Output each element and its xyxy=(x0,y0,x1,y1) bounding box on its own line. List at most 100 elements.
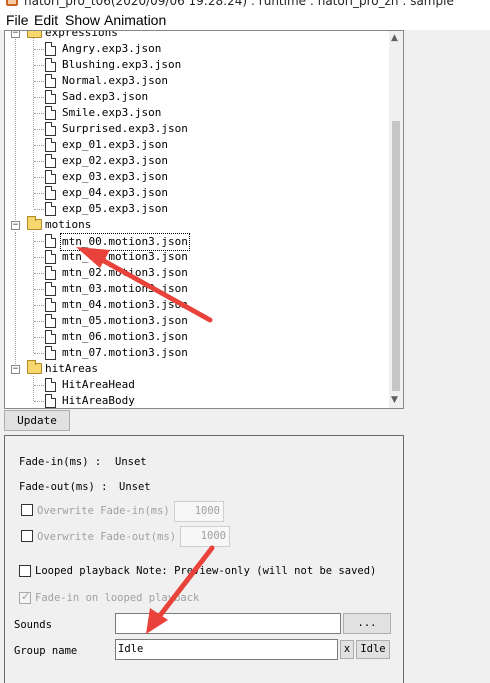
tree-item-label: mtn_07.motion3.json xyxy=(62,346,188,359)
tree-file-item[interactable]: mtn_05.motion3.json xyxy=(5,313,390,329)
tree-guide xyxy=(34,129,44,130)
idle-group-button[interactable]: Idle xyxy=(356,640,390,659)
tree-item-label: mtn_02.motion3.json xyxy=(62,266,188,279)
tree-file-item[interactable]: exp_01.exp3.json xyxy=(5,137,390,153)
tree-file-item[interactable]: mtn_03.motion3.json xyxy=(5,281,390,297)
overwrite-fade-out-checkbox[interactable] xyxy=(21,530,33,542)
menu-edit[interactable]: Edit xyxy=(34,12,58,28)
update-button[interactable]: Update xyxy=(4,410,70,431)
tree-item-label: Surprised.exp3.json xyxy=(62,122,188,135)
scroll-down-icon[interactable]: ▼ xyxy=(391,395,398,405)
fade-in-looped-label: Fade-in on looped playback xyxy=(35,592,200,604)
tree-guide xyxy=(34,257,44,258)
tree-file-item[interactable]: exp_05.exp3.json xyxy=(5,201,390,217)
tree-file-item[interactable]: Sad.exp3.json xyxy=(5,89,390,105)
tree-item-label: exp_04.exp3.json xyxy=(62,186,168,199)
tree-guide xyxy=(34,97,44,98)
menu-bar: File Edit Show Animation xyxy=(0,10,490,30)
tree-folder-expressions[interactable]: − expressions xyxy=(5,30,390,41)
tree-folder-motions[interactable]: − motions xyxy=(5,216,390,233)
tree-item-label: mtn_04.motion3.json xyxy=(62,298,188,311)
menu-file[interactable]: File xyxy=(6,12,29,28)
tree-item-label: HitAreaBody xyxy=(62,394,135,407)
file-icon xyxy=(45,138,56,152)
tree-file-item[interactable]: mtn_07.motion3.json xyxy=(5,345,390,361)
tree-file-item[interactable]: mtn_01.motion3.json xyxy=(5,249,390,265)
menu-show[interactable]: Show xyxy=(65,12,100,28)
tree-guide xyxy=(34,49,44,50)
overwrite-fade-in-field[interactable]: 1000 xyxy=(174,501,224,522)
tree-file-item[interactable]: Normal.exp3.json xyxy=(5,73,390,89)
tree-file-item[interactable]: HitAreaBody xyxy=(5,393,390,408)
tree-file-item[interactable]: Surprised.exp3.json xyxy=(5,121,390,137)
fade-out-value: Unset xyxy=(119,481,151,493)
sounds-field[interactable] xyxy=(115,613,341,634)
overwrite-fade-out-label: Overwrite Fade-out(ms) xyxy=(37,531,177,543)
overwrite-fade-out-field[interactable]: 1000 xyxy=(180,526,230,547)
tree-guide xyxy=(34,177,44,178)
scrollbar-thumb[interactable] xyxy=(392,121,400,391)
tree-scrollbar[interactable]: ▲ ▼ xyxy=(389,31,403,408)
tree-guide xyxy=(34,273,44,274)
tree-file-item[interactable]: exp_04.exp3.json xyxy=(5,185,390,201)
tree-item-label: Blushing.exp3.json xyxy=(62,58,182,71)
browse-sounds-button[interactable]: ... xyxy=(343,613,391,634)
tree-file-item[interactable]: mtn_04.motion3.json xyxy=(5,297,390,313)
collapse-icon[interactable]: − xyxy=(11,221,20,230)
file-icon xyxy=(45,106,56,120)
tree-guide xyxy=(34,81,44,82)
collapse-icon[interactable]: − xyxy=(11,31,20,38)
tree-item-label: mtn_03.motion3.json xyxy=(62,282,188,295)
looped-playback-checkbox[interactable] xyxy=(19,565,31,577)
file-icon xyxy=(45,330,56,344)
tree-guide xyxy=(34,305,44,306)
menu-animation[interactable]: Animation xyxy=(104,12,166,28)
tree-item-label: HitAreaHead xyxy=(62,378,135,391)
app-icon xyxy=(6,0,18,6)
file-icon xyxy=(45,314,56,328)
tree-guide xyxy=(34,353,44,354)
tree-file-item[interactable]: mtn_02.motion3.json xyxy=(5,265,390,281)
tree-guide xyxy=(34,321,44,322)
file-icon xyxy=(45,186,56,200)
file-icon xyxy=(45,154,56,168)
tree-file-item[interactable]: exp_02.exp3.json xyxy=(5,153,390,169)
tree-guide xyxy=(34,65,44,66)
motion-properties-panel: Fade-in(ms) : Unset Fade-out(ms) : Unset… xyxy=(4,435,404,683)
tree-file-item[interactable]: Blushing.exp3.json xyxy=(5,57,390,73)
tree-item-label: Normal.exp3.json xyxy=(62,74,168,87)
clear-group-button[interactable]: x xyxy=(340,640,354,659)
folder-icon xyxy=(27,216,42,230)
file-icon xyxy=(45,202,56,216)
sounds-label: Sounds xyxy=(14,619,52,631)
tree-file-item[interactable]: exp_03.exp3.json xyxy=(5,169,390,185)
tree-file-item[interactable]: mtn_00.motion3.json xyxy=(5,233,390,251)
tree-file-item[interactable]: mtn_06.motion3.json xyxy=(5,329,390,345)
tree-file-item[interactable]: Smile.exp3.json xyxy=(5,105,390,121)
tree-item-label: exp_02.exp3.json xyxy=(62,154,168,167)
tree-guide xyxy=(34,337,44,338)
tree-guide xyxy=(34,145,44,146)
collapse-icon[interactable]: − xyxy=(11,365,20,374)
file-icon xyxy=(45,90,56,104)
tree-guide xyxy=(34,193,44,194)
title-bar: hatori_pro_t06(2020/09/06 19:28:24) : ru… xyxy=(0,0,490,10)
folder-icon xyxy=(27,31,42,38)
scroll-up-icon[interactable]: ▲ xyxy=(391,33,398,43)
fade-out-label: Fade-out(ms) : xyxy=(19,481,108,493)
folder-label: expressions xyxy=(45,30,118,39)
asset-tree[interactable]: − expressions Angry.exp3.json Blushing.ex… xyxy=(4,30,404,409)
group-name-field[interactable]: Idle xyxy=(115,639,338,660)
overwrite-fade-in-checkbox[interactable] xyxy=(21,504,33,516)
fade-in-looped-checkbox[interactable] xyxy=(19,590,31,604)
tree-guide xyxy=(34,113,44,114)
tree-item-label: mtn_06.motion3.json xyxy=(62,330,188,343)
file-icon xyxy=(45,58,56,72)
fade-in-value: Unset xyxy=(115,456,147,468)
tree-file-item[interactable]: Angry.exp3.json xyxy=(5,41,390,57)
tree-item-label: Angry.exp3.json xyxy=(62,42,162,55)
tree-file-item[interactable]: HitAreaHead xyxy=(5,377,390,393)
file-icon xyxy=(45,394,56,408)
tree-folder-hitareas[interactable]: − hitAreas xyxy=(5,360,390,377)
overwrite-fade-in-label: Overwrite Fade-in(ms) xyxy=(37,505,170,517)
